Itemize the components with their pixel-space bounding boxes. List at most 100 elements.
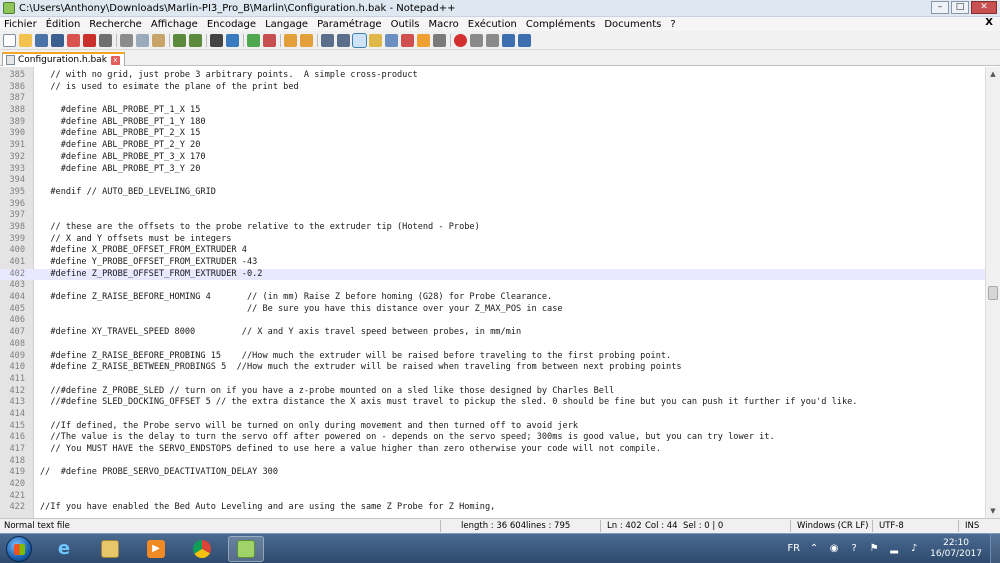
code-line[interactable]: 404 #define Z_RAISE_BEFORE_HOMING 4 // (…: [0, 292, 985, 304]
taskbar-media-player[interactable]: ▶: [138, 536, 174, 562]
taskbar-file-explorer[interactable]: [92, 536, 128, 562]
close-file-icon[interactable]: [67, 33, 80, 47]
zoom-out-icon[interactable]: [263, 33, 276, 47]
text-editor[interactable]: 385 // with no grid, just probe 3 arbitr…: [0, 67, 985, 518]
code-line[interactable]: 407 #define XY_TRAVEL_SPEED 8000 // X an…: [0, 327, 985, 339]
find-icon[interactable]: [210, 33, 223, 47]
new-file-icon[interactable]: [3, 33, 16, 47]
run-macro-multiple-icon[interactable]: [502, 33, 515, 47]
menu-fichier[interactable]: Fichier: [4, 19, 37, 30]
taskbar-notepadpp[interactable]: [228, 536, 264, 562]
clock[interactable]: 22:10 16/07/2017: [930, 538, 982, 560]
code-line[interactable]: 416 //The value is the delay to turn the…: [0, 432, 985, 444]
code-line[interactable]: 401 #define Y_PROBE_OFFSET_FROM_EXTRUDER…: [0, 257, 985, 269]
stop-macro-icon[interactable]: [470, 33, 483, 47]
indent-guide-icon[interactable]: [352, 32, 367, 48]
code-line[interactable]: 397: [0, 210, 985, 222]
code-line[interactable]: 406: [0, 315, 985, 327]
taskbar-chrome[interactable]: [184, 536, 220, 562]
function-list-icon[interactable]: [401, 33, 414, 47]
save-macro-icon[interactable]: [518, 33, 531, 47]
code-line[interactable]: 415 //If defined, the Probe servo will b…: [0, 421, 985, 433]
network-icon[interactable]: ▂: [888, 543, 900, 555]
menu-help[interactable]: ?: [670, 19, 675, 30]
code-line[interactable]: 409 #define Z_RAISE_BEFORE_PROBING 15 //…: [0, 351, 985, 363]
tab-close-icon[interactable]: x: [110, 55, 120, 65]
replace-icon[interactable]: [226, 33, 239, 47]
close-window-button[interactable]: ✕: [971, 1, 997, 14]
copy-icon[interactable]: [136, 33, 149, 47]
save-icon[interactable]: [35, 33, 48, 47]
open-file-icon[interactable]: [19, 33, 32, 47]
menu-outils[interactable]: Outils: [391, 19, 420, 30]
code-line[interactable]: 408: [0, 339, 985, 351]
word-wrap-icon[interactable]: [321, 33, 334, 47]
minimize-button[interactable]: –: [931, 1, 949, 14]
code-line[interactable]: 410 #define Z_RAISE_BETWEEN_PROBINGS 5 /…: [0, 362, 985, 374]
code-line[interactable]: 411: [0, 374, 985, 386]
volume-icon[interactable]: ♪: [908, 543, 920, 555]
code-line[interactable]: 399 // X and Y offsets must be integers: [0, 234, 985, 246]
code-line[interactable]: 394: [0, 175, 985, 187]
code-line[interactable]: 395 #endif // AUTO_BED_LEVELING_GRID: [0, 187, 985, 199]
code-line[interactable]: 398 // these are the offsets to the prob…: [0, 222, 985, 234]
code-line[interactable]: 388 #define ABL_PROBE_PT_1_X 15: [0, 105, 985, 117]
record-macro-icon[interactable]: [454, 33, 467, 47]
code-line[interactable]: 419 // #define PROBE_SERVO_DEACTIVATION_D…: [0, 467, 985, 479]
code-line[interactable]: 420: [0, 479, 985, 491]
vertical-scrollbar[interactable]: ▲ ▼: [985, 67, 1000, 518]
code-line[interactable]: 413 //#define SLED_DOCKING_OFFSET 5 // t…: [0, 397, 985, 409]
code-line[interactable]: 387: [0, 93, 985, 105]
sync-horizontal-icon[interactable]: [300, 33, 313, 47]
language-indicator[interactable]: FR: [787, 543, 800, 555]
code-line[interactable]: 414: [0, 409, 985, 421]
code-line[interactable]: 393 #define ABL_PROBE_PT_3_Y 20: [0, 164, 985, 176]
menu-affichage[interactable]: Affichage: [151, 19, 198, 30]
code-line[interactable]: 389 #define ABL_PROBE_PT_1_Y 180: [0, 117, 985, 129]
code-line[interactable]: 403: [0, 280, 985, 292]
code-line[interactable]: 392 #define ABL_PROBE_PT_3_X 170: [0, 152, 985, 164]
code-line[interactable]: 390 #define ABL_PROBE_PT_2_X 15: [0, 128, 985, 140]
print-icon[interactable]: [99, 33, 112, 47]
start-button[interactable]: [6, 536, 32, 562]
menu-parametrage[interactable]: Paramétrage: [317, 19, 382, 30]
tab-configuration-h-bak[interactable]: Configuration.h.bak x: [2, 52, 125, 66]
action-center-icon[interactable]: ⚑: [868, 543, 880, 555]
show-desktop-button[interactable]: [990, 534, 1000, 563]
paste-icon[interactable]: [152, 33, 165, 47]
code-line[interactable]: 402 #define Z_PROBE_OFFSET_FROM_EXTRUDER…: [0, 268, 985, 281]
folder-workspace-icon[interactable]: [417, 33, 430, 47]
maximize-button[interactable]: □: [951, 1, 969, 14]
menu-complements[interactable]: Compléments: [526, 19, 595, 30]
help-icon[interactable]: ?: [848, 543, 860, 555]
tray-expand-icon[interactable]: ⌃: [808, 543, 820, 555]
close-all-icon[interactable]: [83, 33, 96, 47]
code-line[interactable]: 385 // with no grid, just probe 3 arbitr…: [0, 70, 985, 82]
close-document-button[interactable]: X: [985, 17, 993, 28]
menu-encodage[interactable]: Encodage: [207, 19, 256, 30]
scroll-up-icon[interactable]: ▲: [988, 69, 998, 79]
user-language-icon[interactable]: [369, 33, 382, 47]
code-line[interactable]: 405 // Be sure you have this distance ov…: [0, 304, 985, 316]
save-all-icon[interactable]: [51, 33, 64, 47]
monitoring-icon[interactable]: [433, 33, 446, 47]
taskbar-internet-explorer[interactable]: e: [46, 536, 82, 562]
document-map-icon[interactable]: [385, 33, 398, 47]
redo-icon[interactable]: [189, 33, 202, 47]
menu-macro[interactable]: Macro: [429, 19, 459, 30]
code-line[interactable]: 421: [0, 491, 985, 503]
scroll-down-icon[interactable]: ▼: [988, 506, 998, 516]
play-macro-icon[interactable]: [486, 33, 499, 47]
menu-documents[interactable]: Documents: [604, 19, 661, 30]
code-line[interactable]: 417 // You MUST HAVE the SERVO_ENDSTOPS …: [0, 444, 985, 456]
code-line[interactable]: 386 // is used to esimate the plane of t…: [0, 82, 985, 94]
code-line[interactable]: 422 //If you have enabled the Bed Auto Le…: [0, 502, 985, 514]
menu-langage[interactable]: Langage: [265, 19, 308, 30]
code-line[interactable]: 412 //#define Z_PROBE_SLED // turn on if…: [0, 386, 985, 398]
undo-icon[interactable]: [173, 33, 186, 47]
sync-vertical-icon[interactable]: [284, 33, 297, 47]
code-line[interactable]: 396: [0, 199, 985, 211]
zoom-in-icon[interactable]: [247, 33, 260, 47]
show-all-chars-icon[interactable]: [337, 33, 350, 47]
code-line[interactable]: 391 #define ABL_PROBE_PT_2_Y 20: [0, 140, 985, 152]
